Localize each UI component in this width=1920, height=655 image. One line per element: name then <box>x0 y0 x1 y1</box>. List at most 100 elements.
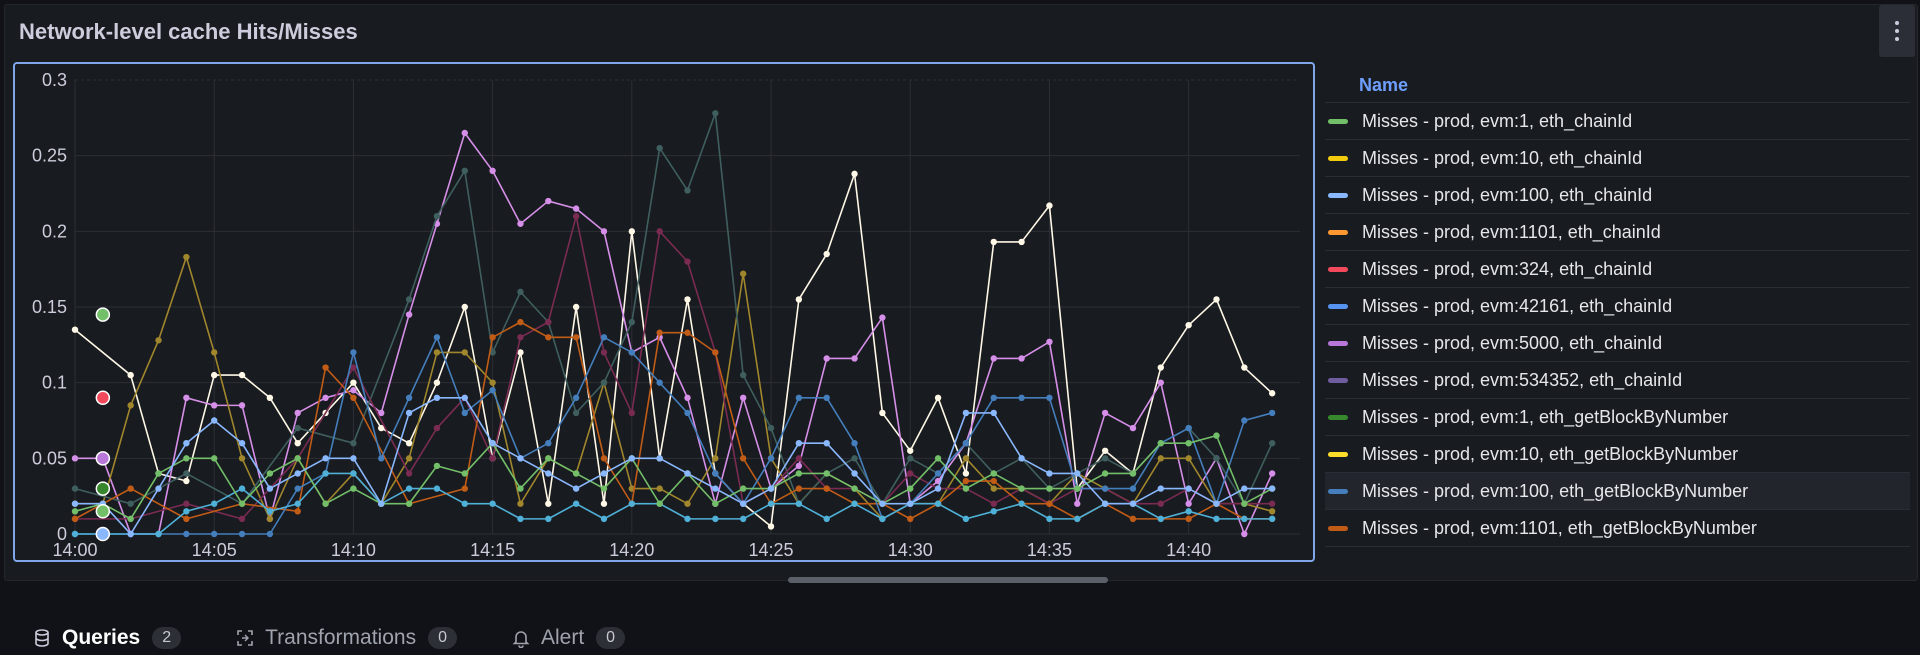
data-point <box>1074 470 1081 477</box>
data-point <box>1213 296 1220 303</box>
legend-color-swatch <box>1328 451 1348 457</box>
data-point <box>461 394 468 401</box>
data-point <box>712 500 719 507</box>
data-point <box>767 424 775 432</box>
legend-item-label: Misses - prod, evm:100, eth_chainId <box>1362 184 1653 205</box>
data-point <box>628 349 636 356</box>
data-point <box>461 409 468 417</box>
data-point <box>1241 485 1248 492</box>
data-point <box>183 394 190 401</box>
data-point <box>990 470 997 477</box>
legend-item[interactable]: Misses - prod, evm:100, eth_chainId <box>1325 177 1910 214</box>
data-point <box>823 485 830 492</box>
data-point <box>795 455 803 462</box>
data-point <box>600 470 608 477</box>
legend-item[interactable]: Misses - prod, evm:1101, eth_getBlockByN… <box>1325 510 1910 547</box>
horizontal-scrollbar[interactable] <box>788 577 1108 583</box>
data-point <box>962 440 970 447</box>
data-point <box>405 440 413 447</box>
data-point <box>350 349 357 356</box>
legend-item[interactable]: Misses - prod, evm:1, eth_chainId <box>1325 103 1910 140</box>
data-point <box>1129 485 1137 492</box>
data-point <box>1101 500 1109 507</box>
editor-tabs: Queries 2 Transformations 0 Alert 0 <box>0 620 647 655</box>
legend-item[interactable]: Misses - prod, evm:42161, eth_chainId <box>1325 288 1910 325</box>
data-point <box>934 500 942 507</box>
legend-item[interactable]: Misses - prod, evm:10, eth_chainId <box>1325 140 1910 177</box>
data-point <box>127 402 134 409</box>
legend-header-name[interactable]: Name <box>1359 75 1408 96</box>
legend-item[interactable]: Misses - prod, evm:534352, eth_chainId <box>1325 362 1910 399</box>
data-point <box>1213 515 1220 523</box>
legend-item[interactable]: Misses - prod, evm:10, eth_getBlockByNum… <box>1325 436 1910 473</box>
data-point <box>990 500 997 507</box>
data-point <box>572 470 580 477</box>
transform-icon <box>237 629 253 646</box>
data-point <box>684 258 691 265</box>
data-point <box>572 303 580 311</box>
data-point <box>656 228 663 235</box>
data-point <box>545 470 552 477</box>
data-point <box>127 485 134 492</box>
data-point <box>1018 500 1025 507</box>
legend-table: Name Misses - prod, evm:1, eth_chainId Mi… <box>1325 66 1910 560</box>
data-point <box>851 355 858 362</box>
legend-item[interactable]: Misses - prod, evm:1101, eth_chainId <box>1325 214 1910 251</box>
data-point <box>572 394 580 401</box>
data-point <box>155 337 162 344</box>
legend-header[interactable]: Name <box>1325 66 1910 103</box>
data-point <box>600 228 608 235</box>
data-point <box>1018 355 1025 362</box>
legend-item[interactable]: Misses - prod, evm:1, eth_getBlockByNumb… <box>1325 399 1910 436</box>
data-point <box>795 470 803 477</box>
data-point <box>545 440 552 447</box>
data-point <box>1185 485 1192 492</box>
data-point <box>739 485 747 492</box>
data-point <box>238 455 246 462</box>
tab-alert-label: Alert <box>540 625 585 649</box>
tab-alert[interactable]: Alert 0 <box>511 625 626 650</box>
data-point <box>823 440 830 447</box>
data-point <box>350 387 357 394</box>
data-point <box>211 417 218 424</box>
data-point <box>71 508 79 515</box>
data-point <box>322 500 329 507</box>
hover-marker <box>95 526 111 542</box>
legend-item[interactable]: Misses - prod, evm:5000, eth_chainId <box>1325 325 1910 362</box>
data-point <box>990 409 997 417</box>
data-point <box>1018 485 1025 492</box>
data-point <box>322 470 329 477</box>
legend-item-label: Misses - prod, evm:324, eth_chainId <box>1362 258 1653 279</box>
data-point <box>545 318 552 326</box>
data-point <box>517 485 524 492</box>
tab-transformations[interactable]: Transformations 0 <box>235 626 457 650</box>
y-tick-label: 0.15 <box>32 297 67 317</box>
data-point <box>767 485 775 492</box>
data-point <box>127 371 134 379</box>
data-point <box>990 508 997 515</box>
data-point <box>851 440 858 447</box>
data-point <box>266 394 274 401</box>
data-point <box>433 394 441 401</box>
time-series-chart[interactable]: 00.050.10.150.20.250.314:00 14:05 14:10 14:… <box>15 64 1313 560</box>
graph-area[interactable]: 0 0.05 0.1 0.15 0.2 0.25 0.3 14:00 14:05 14:10 14:… <box>13 62 1315 562</box>
data-point <box>1185 500 1192 507</box>
data-point <box>572 409 580 417</box>
panel-menu-button[interactable] <box>1879 5 1915 57</box>
legend-color-swatch <box>1328 488 1348 494</box>
data-point <box>879 515 886 523</box>
data-point <box>517 334 524 341</box>
data-point <box>155 530 162 538</box>
x-tick-label: 14:05 <box>192 540 237 560</box>
more-vertical-icon <box>1895 19 1899 43</box>
data-point <box>1046 485 1053 492</box>
data-point <box>211 530 218 538</box>
tab-queries[interactable]: Queries 2 <box>32 626 182 650</box>
legend-item[interactable]: Misses - prod, evm:100, eth_getBlockByNu… <box>1325 473 1910 510</box>
data-point <box>183 530 190 538</box>
data-point <box>628 409 636 417</box>
data-point <box>489 455 496 462</box>
legend-color-swatch <box>1328 229 1348 235</box>
data-point <box>433 334 441 341</box>
legend-item[interactable]: Misses - prod, evm:324, eth_chainId <box>1325 251 1910 288</box>
